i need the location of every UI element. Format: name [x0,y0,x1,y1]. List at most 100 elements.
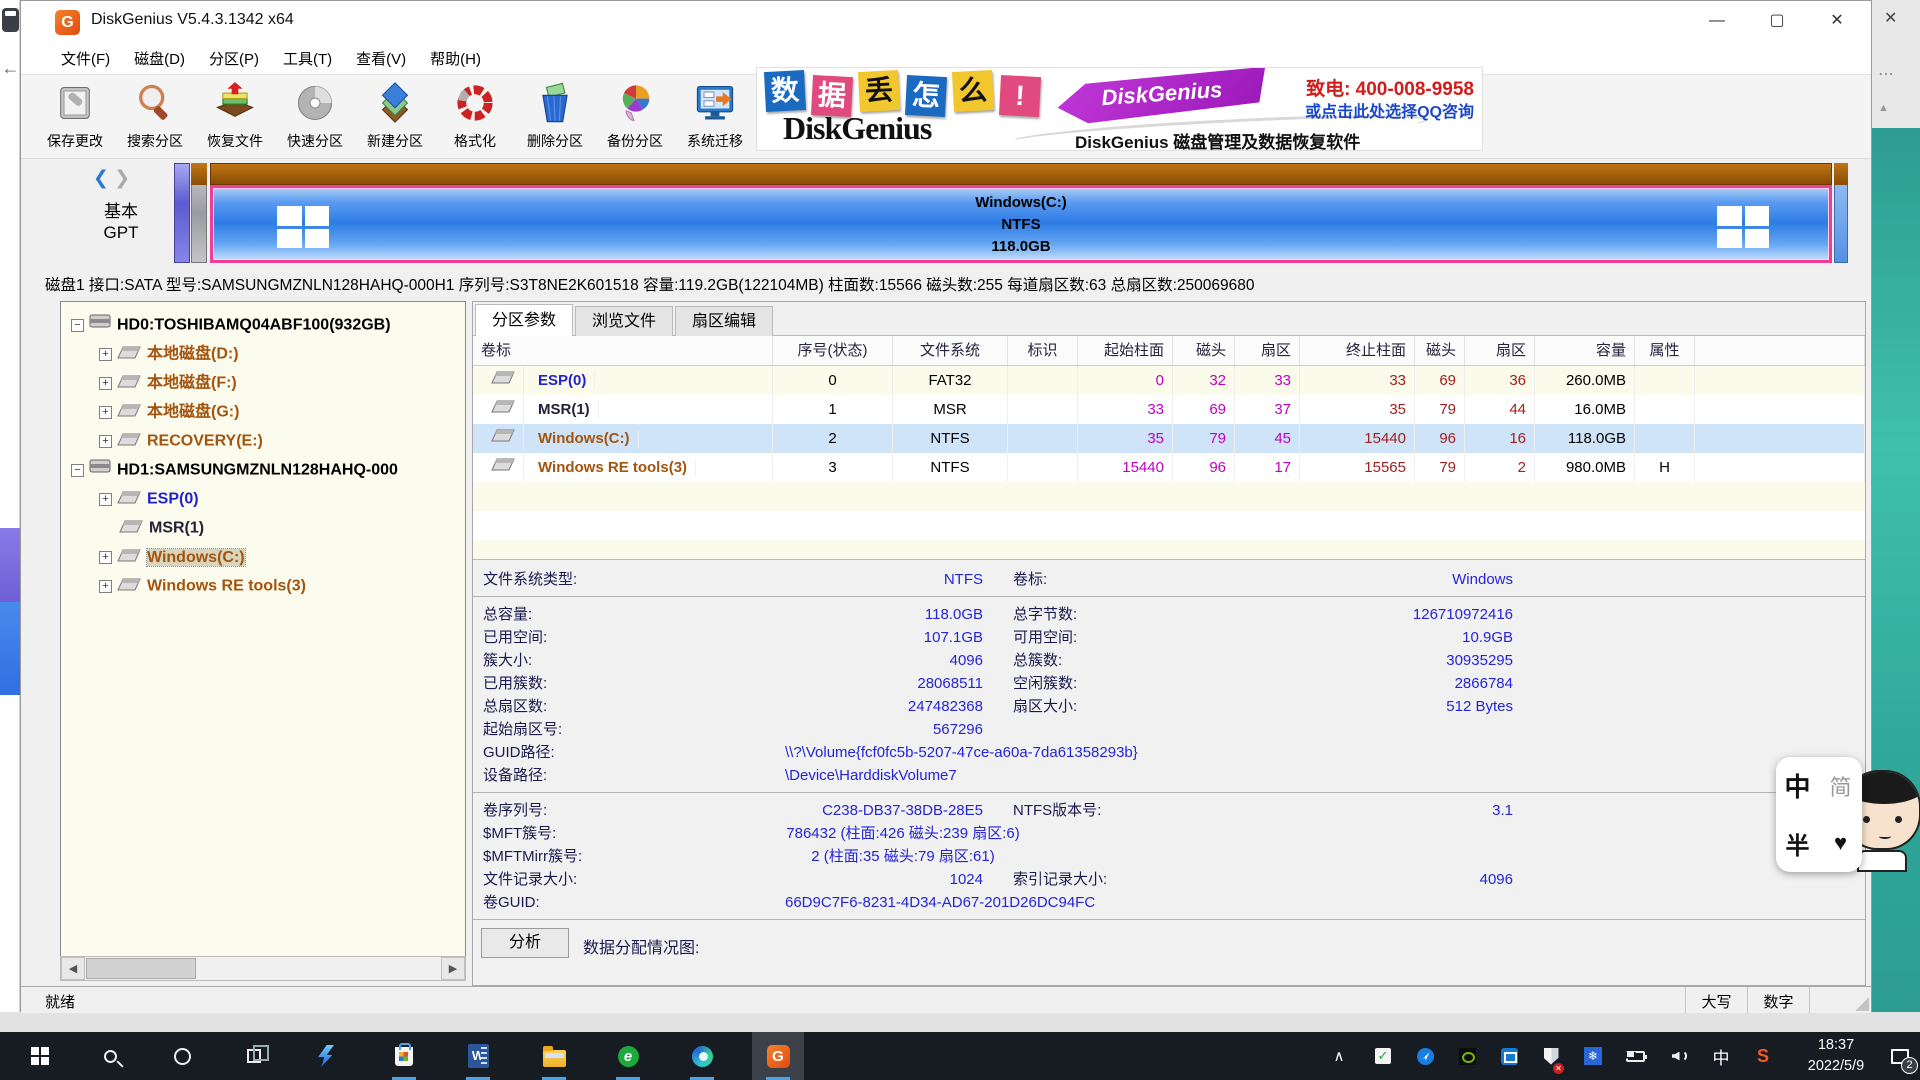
tree-item-label[interactable]: RECOVERY(E:) [147,433,263,450]
tab-分区参数[interactable]: 分区参数 [475,304,573,337]
menu-item[interactable]: 文件(F) [49,43,122,74]
tree-horizontal-scrollbar[interactable]: ◀ ▶ [60,956,466,981]
battery-icon[interactable] [1614,1032,1656,1080]
menu-item[interactable]: 查看(V) [344,43,418,74]
start-button[interactable] [14,1032,66,1080]
column-header[interactable]: 序号(状态) [773,336,893,365]
search-icon[interactable] [84,1032,136,1080]
toolbar-button-recover-files[interactable]: 恢复文件 [195,78,275,156]
table-row[interactable]: Windows RE tools(3)3NTFS1544096171556579… [473,453,1865,482]
scroll-up-icon[interactable]: ▲ [1878,102,1889,114]
collapse-icon[interactable]: − [71,464,84,477]
column-header[interactable]: 终止柱面 [1300,336,1415,365]
close-button[interactable]: ✕ [1807,1,1867,41]
flash-app-icon[interactable] [300,1032,352,1080]
snowflake-app-icon[interactable]: ❄ [1572,1032,1614,1080]
column-header[interactable]: 标识 [1008,336,1078,365]
tree-item[interactable]: − HD1:SAMSUNGMZNLN128HAHQ-000 [61,455,466,484]
messenger-bird-icon[interactable] [1404,1032,1446,1080]
toolbar-button-save[interactable]: 保存更改 [35,78,115,156]
tree-item-label[interactable]: ESP(0) [147,491,199,508]
toolbar-button-backup-partition[interactable]: 备份分区 [595,78,675,156]
resize-grip[interactable] [1855,997,1869,1011]
toolbar-button-format[interactable]: 格式化 [435,78,515,156]
expand-icon[interactable]: + [99,551,112,564]
ime-heart-icon[interactable]: ♥ [1834,830,1847,856]
antivirus-check-icon[interactable]: ✓ [1362,1032,1404,1080]
column-header[interactable]: 文件系统 [893,336,1008,365]
tree-item-label[interactable]: Windows RE tools(3) [147,578,306,595]
toolbar-button-new-partition[interactable]: 新建分区 [355,78,435,156]
tray-expand-icon[interactable]: ∧ [1318,1032,1360,1080]
scroll-left-icon[interactable]: ◀ [61,957,85,980]
partition-bar-msr[interactable] [191,163,207,263]
diskgenius-taskbar-icon[interactable]: G [752,1032,804,1080]
next-disk-icon[interactable]: ❯ [114,168,130,189]
task-view-icon[interactable] [228,1032,280,1080]
tree-item-label[interactable]: HD0:TOSHIBAMQ04ABF100(932GB) [117,317,391,334]
tree-item[interactable]: +RECOVERY(E:) [61,426,466,455]
tree-item-label[interactable]: 本地磁盘(G:) [147,404,239,421]
notification-center-icon[interactable]: 2 [1880,1032,1920,1080]
partition-bar-esp[interactable] [174,163,190,263]
toolbar-button-system-migrate[interactable]: 系统迁移 [675,78,755,156]
prev-disk-icon[interactable]: ❮ [93,168,109,189]
expand-icon[interactable]: + [99,580,112,593]
tree-item[interactable]: +Windows(C:) [61,542,466,571]
cortana-icon[interactable] [156,1032,208,1080]
table-row[interactable]: ESP(0)0FAT3203233336936260.0MB [473,366,1865,395]
tree-item-label[interactable]: 本地磁盘(D:) [147,346,239,363]
expand-icon[interactable]: + [99,406,112,419]
browser-e-icon[interactable]: e [602,1032,654,1080]
ad-banner[interactable]: 数据丢怎么! DiskGenius DiskGenius DiskGenius … [756,67,1483,151]
toolbar-button-search-partition[interactable]: 搜索分区 [115,78,195,156]
column-header[interactable]: 属性 [1635,336,1695,365]
ime-chinese-icon[interactable]: 中 [1784,767,1810,804]
volume-icon[interactable] [1658,1032,1700,1080]
browser-more-icon[interactable]: ⋯ [1878,64,1894,84]
security-shield-icon[interactable]: ✕ [1530,1032,1572,1080]
selected-partition-bar[interactable]: Windows(C:) NTFS 118.0GB [210,185,1832,263]
analyze-button[interactable]: 分析 [481,928,569,958]
minimize-button[interactable]: — [1687,1,1747,41]
tree-item-label[interactable]: 本地磁盘(F:) [147,375,237,392]
edge-icon[interactable] [676,1032,728,1080]
store-icon[interactable] [378,1032,430,1080]
table-row[interactable]: Windows(C:)2NTFS357945154409616118.0GB [473,424,1865,453]
tree-item-label[interactable]: HD1:SAMSUNGMZNLN128HAHQ-000 [117,462,398,479]
scrollbar-thumb[interactable] [86,958,196,979]
browser-back-icon[interactable]: ← [1,58,20,79]
tree-item[interactable]: + Windows RE tools(3) [61,571,466,600]
ime-floating-toolbar[interactable]: 中 简 半 ♥ [1776,757,1862,872]
expand-icon[interactable]: + [99,377,112,390]
tree-item[interactable]: + 本地磁盘(F:) [61,368,466,397]
ime-simplified-icon[interactable]: 简 [1829,770,1851,802]
browser-close-icon[interactable]: ✕ [1884,8,1897,28]
column-header[interactable]: 磁头 [1173,336,1235,365]
scroll-right-icon[interactable]: ▶ [441,957,465,980]
partition-bar-windows-re[interactable] [1834,163,1848,263]
expand-icon[interactable]: + [99,493,112,506]
word-icon[interactable]: W [452,1032,504,1080]
disk-nav-arrows[interactable]: ❮ ❯ [93,167,130,190]
toolbar-button-quick-partition[interactable]: 快速分区 [275,78,355,156]
column-header[interactable]: 扇区 [1465,336,1535,365]
nvidia-icon[interactable] [1446,1032,1488,1080]
column-header[interactable]: 扇区 [1235,336,1300,365]
collapse-icon[interactable]: − [71,319,84,332]
taskbar-clock[interactable]: 18:372022/5/9 [1790,1035,1882,1077]
column-header[interactable]: 磁头 [1415,336,1465,365]
tree-item[interactable]: MSR(1) [61,513,466,542]
menu-item[interactable]: 磁盘(D) [122,43,197,74]
menu-item[interactable]: 分区(P) [197,43,271,74]
ime-halfwidth-icon[interactable]: 半 [1786,826,1810,861]
intel-graphics-icon[interactable] [1488,1032,1530,1080]
file-explorer-icon[interactable] [528,1032,580,1080]
tree-item[interactable]: − HD0:TOSHIBAMQ04ABF100(932GB) [61,310,466,339]
column-header[interactable]: 起始柱面 [1078,336,1173,365]
maximize-button[interactable]: ▢ [1747,1,1807,41]
column-header[interactable]: 容量 [1535,336,1635,365]
expand-icon[interactable]: + [99,348,112,361]
tree-item[interactable]: + 本地磁盘(D:) [61,339,466,368]
partition-name-cell[interactable]: MSR(1) [473,395,773,424]
